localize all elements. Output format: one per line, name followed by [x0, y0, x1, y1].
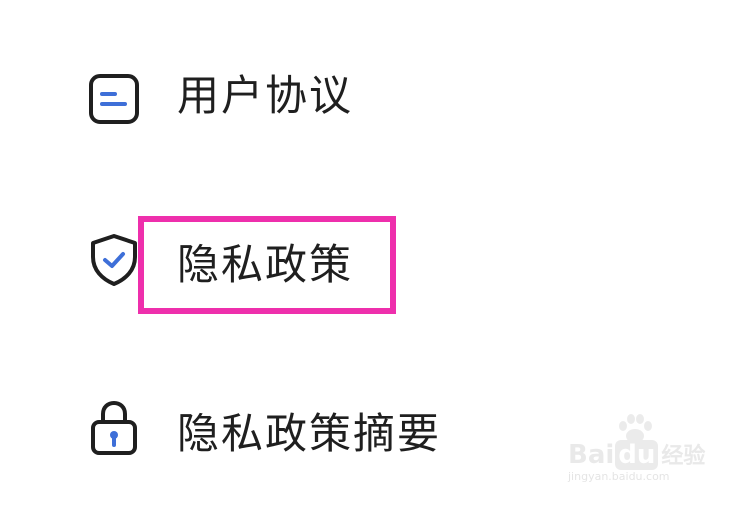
watermark-brand: Bai du 经验: [568, 440, 706, 470]
lock-icon: [86, 400, 142, 456]
watermark-url: jingyan.baidu.com: [568, 470, 670, 483]
shield-check-icon: [86, 232, 142, 288]
baidu-watermark: Bai du 经验 jingyan.baidu.com: [568, 414, 718, 486]
menu-item-label: 用户协议: [177, 71, 354, 120]
highlight-annotation-box: [138, 216, 396, 314]
menu-item-label: 隐私政策摘要: [177, 409, 442, 458]
menu-item-user-agreement[interactable]: 用户协议: [0, 48, 756, 148]
document-icon: [86, 70, 142, 126]
